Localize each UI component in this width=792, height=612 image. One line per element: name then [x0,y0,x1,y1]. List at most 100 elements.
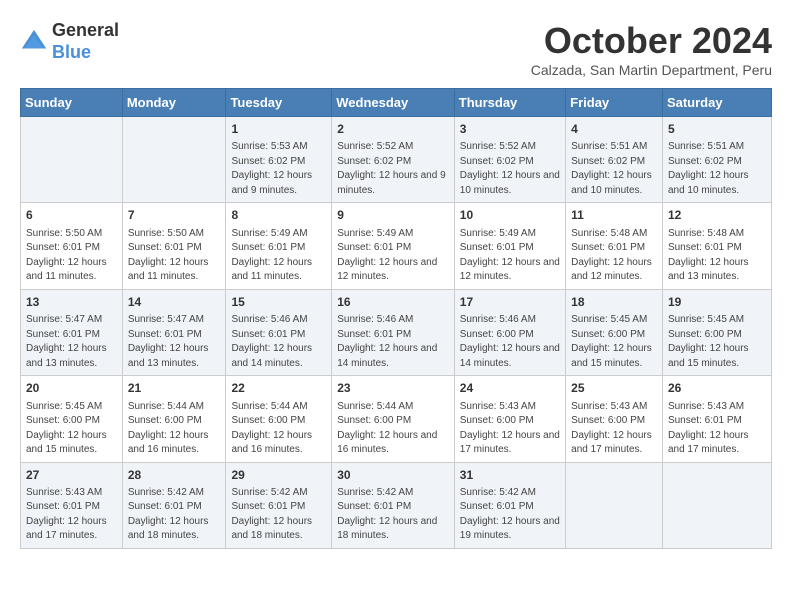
day-number: 13 [26,294,117,311]
calendar-header: SundayMondayTuesdayWednesdayThursdayFrid… [21,89,772,117]
calendar-cell [566,462,663,548]
weekday-row: SundayMondayTuesdayWednesdayThursdayFrid… [21,89,772,117]
cell-content: Sunrise: 5:45 AM Sunset: 6:00 PM Dayligh… [571,313,657,371]
day-number: 26 [668,380,766,397]
calendar-cell: 3Sunrise: 5:52 AM Sunset: 6:02 PM Daylig… [454,117,565,203]
day-number: 28 [128,467,221,484]
month-title: October 2024 [531,20,772,62]
calendar-cell: 5Sunrise: 5:51 AM Sunset: 6:02 PM Daylig… [662,117,771,203]
day-number: 24 [460,380,560,397]
cell-content: Sunrise: 5:44 AM Sunset: 6:00 PM Dayligh… [128,400,221,458]
day-number: 29 [231,467,326,484]
cell-content: Sunrise: 5:52 AM Sunset: 6:02 PM Dayligh… [460,140,560,198]
logo-general-text: General [52,20,119,40]
calendar-cell: 10 Sunrise: 5:49 AM Sunset: 6:01 PM Dayli… [454,203,565,289]
calendar-cell: 15 Sunrise: 5:46 AM Sunset: 6:01 PM Dayli… [226,289,332,375]
cell-content: Sunrise: 5:46 AM Sunset: 6:00 PM Dayligh… [460,313,560,371]
cell-content: Sunrise: 5:43 AM Sunset: 6:00 PM Dayligh… [571,400,657,458]
calendar-cell: 21 Sunrise: 5:44 AM Sunset: 6:00 PM Dayli… [122,376,226,462]
day-number: 25 [571,380,657,397]
cell-content: Sunrise: 5:42 AM Sunset: 6:01 PM Dayligh… [128,486,221,544]
cell-content: Sunrise: 5:42 AM Sunset: 6:01 PM Dayligh… [231,486,326,544]
weekday-header-thursday: Thursday [454,89,565,117]
day-number: 9 [337,207,449,224]
weekday-header-tuesday: Tuesday [226,89,332,117]
day-number: 23 [337,380,449,397]
day-number: 4 [571,121,657,138]
cell-content: Sunrise: 5:52 AM Sunset: 6:02 PM Dayligh… [337,140,449,198]
day-number: 7 [128,207,221,224]
calendar-cell: 22 Sunrise: 5:44 AM Sunset: 6:00 PM Dayli… [226,376,332,462]
calendar-cell: 7 Sunrise: 5:50 AM Sunset: 6:01 PM Daylig… [122,203,226,289]
cell-content: Sunrise: 5:48 AM Sunset: 6:01 PM Dayligh… [668,227,766,285]
cell-content: Sunrise: 5:44 AM Sunset: 6:00 PM Dayligh… [337,400,449,458]
calendar-cell: 11Sunrise: 5:48 AM Sunset: 6:01 PM Dayli… [566,203,663,289]
day-number: 12 [668,207,766,224]
calendar-cell [662,462,771,548]
cell-content: Sunrise: 5:50 AM Sunset: 6:01 PM Dayligh… [26,227,117,285]
calendar-cell: 14Sunrise: 5:47 AM Sunset: 6:01 PM Dayli… [122,289,226,375]
calendar-cell: 25 Sunrise: 5:43 AM Sunset: 6:00 PM Dayli… [566,376,663,462]
day-number: 31 [460,467,560,484]
day-number: 14 [128,294,221,311]
calendar-week-row: 27 Sunrise: 5:43 AM Sunset: 6:01 PM Dayli… [21,462,772,548]
day-number: 6 [26,207,117,224]
day-number: 19 [668,294,766,311]
weekday-header-sunday: Sunday [21,89,123,117]
calendar-table: SundayMondayTuesdayWednesdayThursdayFrid… [20,88,772,549]
logo-icon [20,28,48,56]
cell-content: Sunrise: 5:42 AM Sunset: 6:01 PM Dayligh… [337,486,449,544]
calendar-cell: 18 Sunrise: 5:45 AM Sunset: 6:00 PM Dayli… [566,289,663,375]
calendar-cell: 27 Sunrise: 5:43 AM Sunset: 6:01 PM Dayli… [21,462,123,548]
calendar-cell: 1Sunrise: 5:53 AM Sunset: 6:02 PM Daylig… [226,117,332,203]
calendar-cell: 31 Sunrise: 5:42 AM Sunset: 6:01 PM Dayli… [454,462,565,548]
cell-content: Sunrise: 5:46 AM Sunset: 6:01 PM Dayligh… [231,313,326,371]
day-number: 17 [460,294,560,311]
day-number: 20 [26,380,117,397]
calendar-cell: 24Sunrise: 5:43 AM Sunset: 6:00 PM Dayli… [454,376,565,462]
day-number: 22 [231,380,326,397]
calendar-cell: 26Sunrise: 5:43 AM Sunset: 6:01 PM Dayli… [662,376,771,462]
cell-content: Sunrise: 5:51 AM Sunset: 6:02 PM Dayligh… [571,140,657,198]
calendar-cell: 30Sunrise: 5:42 AM Sunset: 6:01 PM Dayli… [332,462,455,548]
calendar-week-row: 20Sunrise: 5:45 AM Sunset: 6:00 PM Dayli… [21,376,772,462]
cell-content: Sunrise: 5:46 AM Sunset: 6:01 PM Dayligh… [337,313,449,371]
day-number: 10 [460,207,560,224]
cell-content: Sunrise: 5:43 AM Sunset: 6:01 PM Dayligh… [26,486,117,544]
day-number: 21 [128,380,221,397]
logo: General Blue [20,20,119,63]
day-number: 11 [571,207,657,224]
calendar-cell: 17 Sunrise: 5:46 AM Sunset: 6:00 PM Dayli… [454,289,565,375]
cell-content: Sunrise: 5:49 AM Sunset: 6:01 PM Dayligh… [460,227,560,285]
title-area: October 2024 Calzada, San Martin Departm… [531,20,772,78]
location: Calzada, San Martin Department, Peru [531,62,772,78]
day-number: 15 [231,294,326,311]
calendar-cell: 6 Sunrise: 5:50 AM Sunset: 6:01 PM Daylig… [21,203,123,289]
calendar-cell: 20Sunrise: 5:45 AM Sunset: 6:00 PM Dayli… [21,376,123,462]
cell-content: Sunrise: 5:49 AM Sunset: 6:01 PM Dayligh… [231,227,326,285]
cell-content: Sunrise: 5:47 AM Sunset: 6:01 PM Dayligh… [26,313,117,371]
calendar-cell [122,117,226,203]
calendar-cell: 13 Sunrise: 5:47 AM Sunset: 6:01 PM Dayli… [21,289,123,375]
calendar-cell: 8 Sunrise: 5:49 AM Sunset: 6:01 PM Daylig… [226,203,332,289]
cell-content: Sunrise: 5:44 AM Sunset: 6:00 PM Dayligh… [231,400,326,458]
day-number: 27 [26,467,117,484]
day-number: 8 [231,207,326,224]
calendar-week-row: 1Sunrise: 5:53 AM Sunset: 6:02 PM Daylig… [21,117,772,203]
weekday-header-friday: Friday [566,89,663,117]
calendar-cell: 4 Sunrise: 5:51 AM Sunset: 6:02 PM Daylig… [566,117,663,203]
calendar-cell: 23 Sunrise: 5:44 AM Sunset: 6:00 PM Dayli… [332,376,455,462]
calendar-body: 1Sunrise: 5:53 AM Sunset: 6:02 PM Daylig… [21,117,772,549]
calendar-cell: 29 Sunrise: 5:42 AM Sunset: 6:01 PM Dayli… [226,462,332,548]
day-number: 2 [337,121,449,138]
logo-blue-text: Blue [52,42,91,62]
calendar-week-row: 13 Sunrise: 5:47 AM Sunset: 6:01 PM Dayli… [21,289,772,375]
calendar-cell [21,117,123,203]
day-number: 16 [337,294,449,311]
cell-content: Sunrise: 5:49 AM Sunset: 6:01 PM Dayligh… [337,227,449,285]
cell-content: Sunrise: 5:42 AM Sunset: 6:01 PM Dayligh… [460,486,560,544]
calendar-cell: 12 Sunrise: 5:48 AM Sunset: 6:01 PM Dayli… [662,203,771,289]
day-number: 18 [571,294,657,311]
cell-content: Sunrise: 5:50 AM Sunset: 6:01 PM Dayligh… [128,227,221,285]
calendar-week-row: 6 Sunrise: 5:50 AM Sunset: 6:01 PM Daylig… [21,203,772,289]
